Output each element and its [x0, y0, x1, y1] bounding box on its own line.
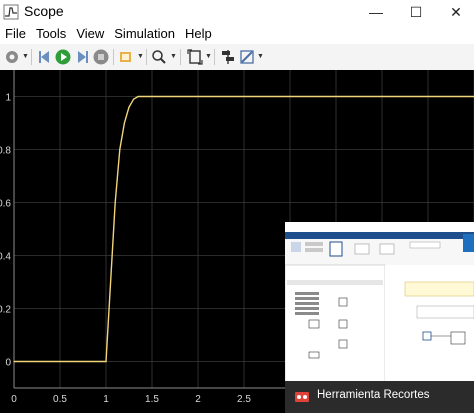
step-back-icon[interactable] [36, 48, 54, 66]
maximize-button[interactable]: ☐ [396, 0, 436, 24]
menu-file[interactable]: File [0, 24, 31, 44]
run-icon[interactable] [54, 48, 72, 66]
preview-window-image [285, 222, 474, 383]
toolbar-separator [214, 49, 215, 65]
fit-dropdown-icon[interactable]: ▼ [205, 53, 212, 60]
menu-help[interactable]: Help [180, 24, 217, 44]
menu-bar: File Tools View Simulation Help [0, 24, 474, 44]
toolbar-separator [146, 49, 147, 65]
minimize-icon: — [369, 4, 383, 20]
y-tick-label: 0.6 [0, 199, 11, 210]
signal-trace-point [105, 360, 107, 363]
close-button[interactable]: ✕ [436, 0, 474, 24]
snipping-tool-icon [295, 392, 309, 402]
signal-trace-point [142, 95, 144, 98]
stop-icon[interactable] [92, 48, 110, 66]
cursor-measure-icon[interactable] [219, 48, 237, 66]
signal-trace-point [128, 106, 130, 108]
toolbar-separator [31, 49, 32, 65]
minimize-button[interactable]: — [356, 0, 396, 24]
preview-title: Herramienta Recortes [317, 389, 430, 401]
toolbar-separator [180, 49, 181, 65]
edit-icon[interactable] [238, 48, 256, 66]
highlight-dropdown-icon[interactable]: ▼ [137, 53, 144, 60]
signal-trace-point [133, 98, 135, 100]
step-forward-icon[interactable] [73, 48, 91, 66]
y-tick-label: 1 [5, 93, 11, 104]
y-tick-label: 0.2 [0, 305, 11, 316]
signal-trace-point [381, 95, 383, 98]
edit-dropdown-icon[interactable]: ▼ [257, 53, 264, 60]
signal-trace-point [197, 95, 199, 98]
title-bar: Scope — ☐ ✕ [0, 0, 474, 24]
y-tick-label: 0.4 [0, 252, 11, 263]
y-tick-label: 0 [5, 358, 11, 369]
x-tick-label: 2 [195, 394, 201, 405]
x-tick-label: 2.5 [237, 394, 251, 405]
signal-trace-point [110, 281, 112, 283]
scope-app-icon [3, 4, 19, 20]
toolbar: ▼ ▼ ▼ ▼ ▼ [0, 44, 474, 71]
x-tick-label: 0 [11, 394, 17, 405]
signal-trace-point [151, 95, 153, 98]
signal-trace-point [137, 95, 139, 98]
x-tick-label: 1.5 [145, 394, 159, 405]
highlight-icon[interactable] [117, 48, 135, 66]
signal-trace-point [119, 148, 121, 151]
zoom-dropdown-icon[interactable]: ▼ [170, 53, 177, 60]
menu-simulation[interactable]: Simulation [109, 24, 180, 44]
signal-trace-point [123, 122, 125, 124]
signal-trace-point [289, 95, 291, 98]
x-tick-label: 1 [103, 394, 109, 405]
menu-tools[interactable]: Tools [31, 24, 71, 44]
signal-trace-point [114, 201, 116, 204]
y-tick-label: 0.8 [0, 146, 11, 157]
zoom-icon[interactable] [150, 48, 168, 66]
close-icon: ✕ [450, 3, 462, 20]
menu-view[interactable]: View [71, 24, 109, 44]
window-title: Scope [24, 3, 64, 19]
settings-icon[interactable] [3, 48, 21, 66]
settings-dropdown-icon[interactable]: ▼ [22, 53, 29, 60]
toolbar-separator [113, 49, 114, 65]
signal-trace-point [13, 360, 15, 363]
fit-icon[interactable] [186, 48, 204, 66]
x-tick-label: 0.5 [53, 394, 67, 405]
maximize-icon: ☐ [409, 3, 423, 20]
